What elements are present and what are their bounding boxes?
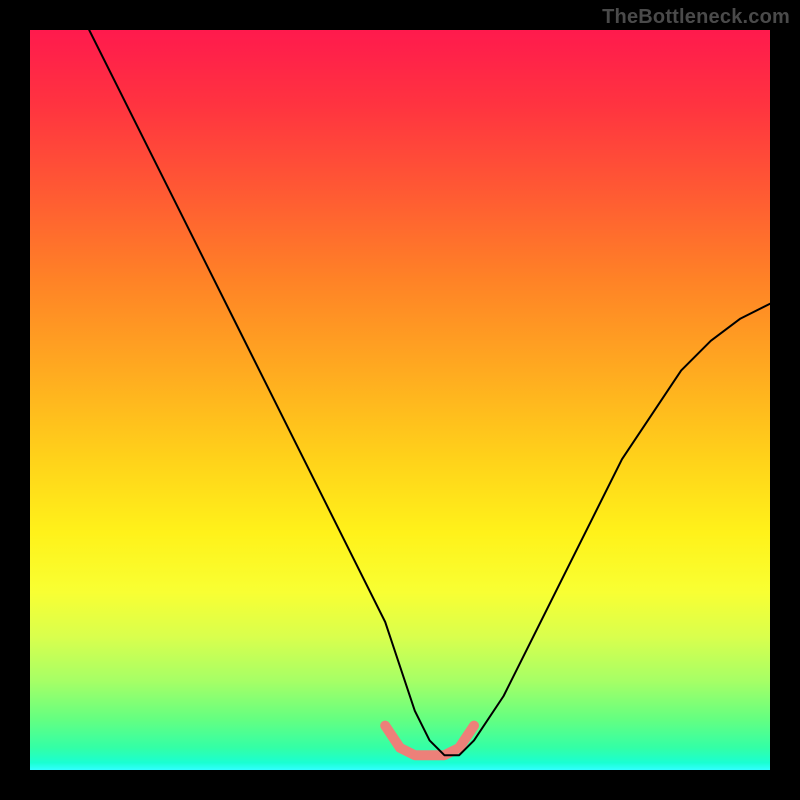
curve-layer (30, 30, 770, 770)
chart-frame: TheBottleneck.com (0, 0, 800, 800)
watermark-text: TheBottleneck.com (602, 6, 790, 29)
plot-area (30, 30, 770, 770)
main-curve (89, 30, 770, 755)
